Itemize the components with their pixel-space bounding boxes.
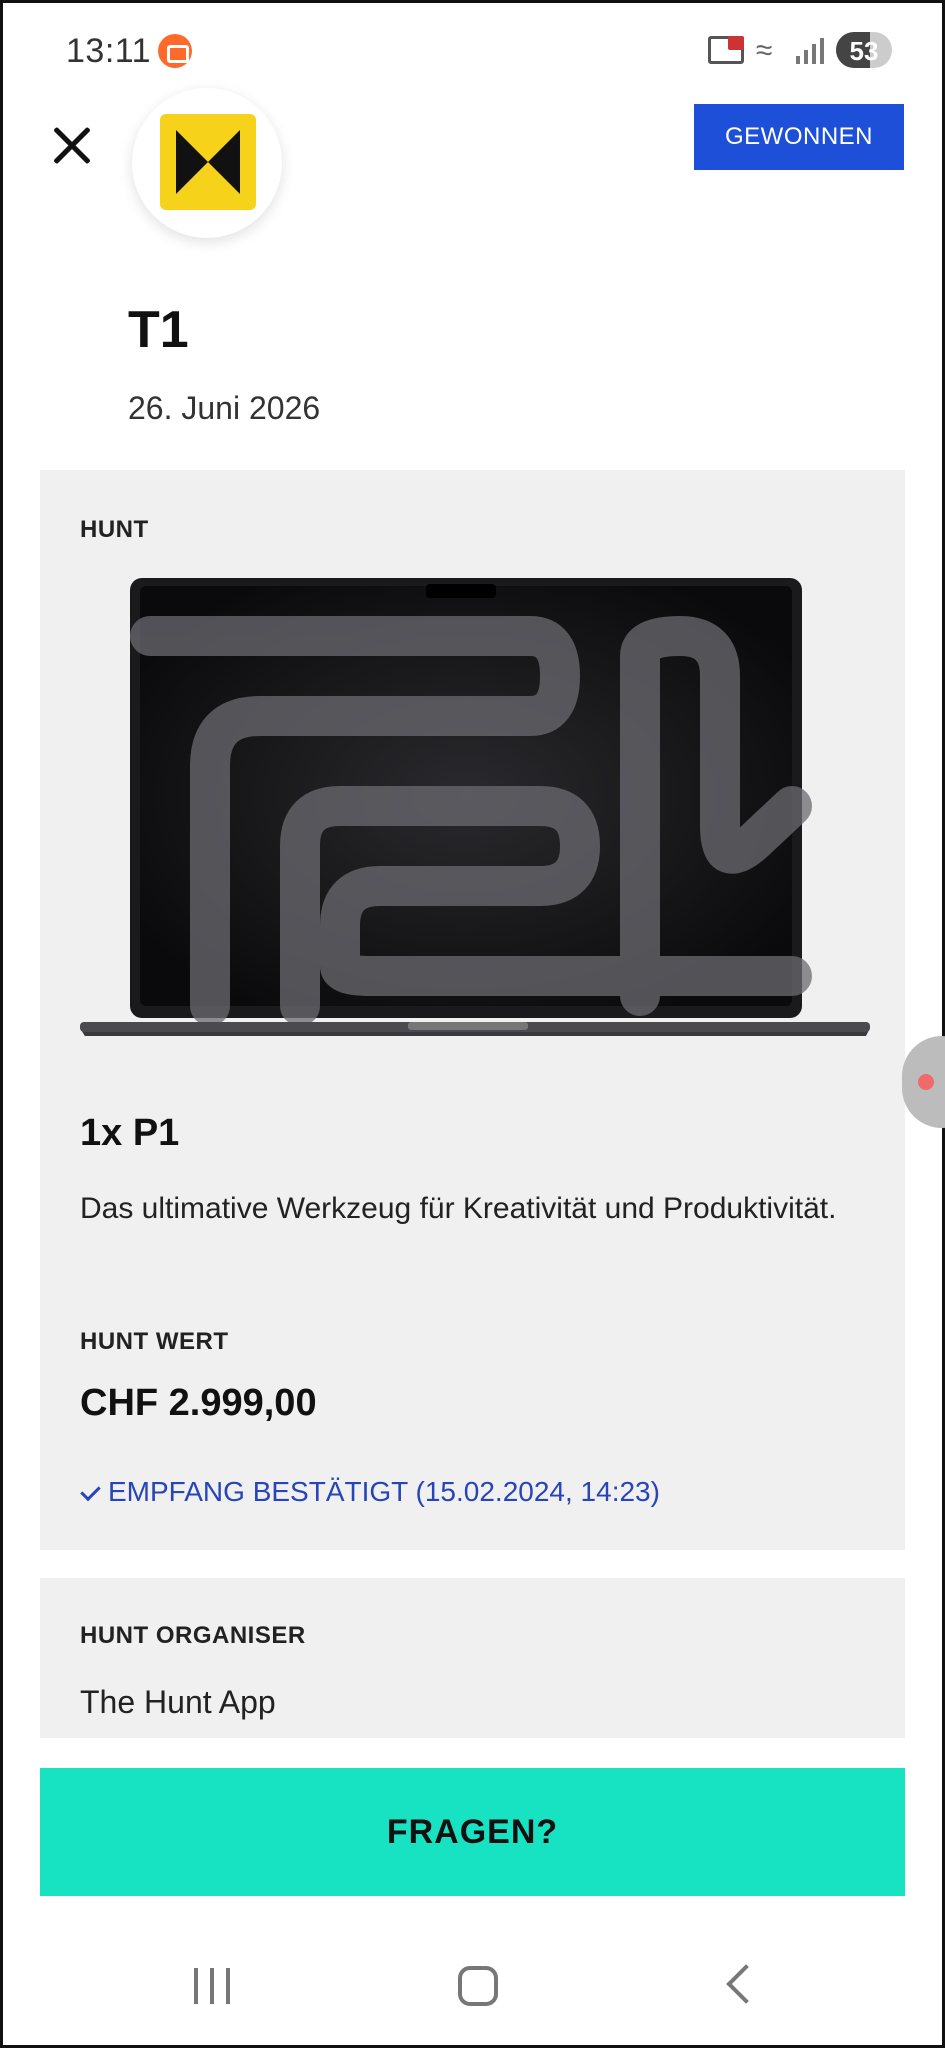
back-icon[interactable] [726, 1964, 766, 2004]
section-label: HUNT [80, 516, 149, 543]
bowtie-logo-icon [176, 130, 240, 194]
home-icon[interactable] [458, 1966, 498, 2006]
battery-level: 53 [849, 36, 879, 66]
signal-icon [796, 38, 826, 64]
status-bar: 13:11 ≈ 53 [0, 0, 945, 100]
prize-description: Das ultimative Werkzeug für Kreativität … [80, 1192, 837, 1225]
hunt-logo [132, 88, 282, 238]
organiser-card: HUNT ORGANISER The Hunt App [40, 1578, 905, 1738]
status-badge: GEWONNEN [694, 104, 904, 170]
value-label: HUNT WERT [80, 1328, 229, 1355]
battery-icon: 53 [836, 32, 892, 68]
hunt-date: 26. Juni 2026 [128, 390, 321, 426]
status-time: 13:11 [66, 32, 152, 70]
check-icon [80, 1481, 102, 1503]
laptop-image [80, 578, 870, 1036]
page-title: T1 [128, 301, 189, 359]
receipt-status-text: EMPFANG BESTÄTIGT (15.02.2024, 14:23) [108, 1476, 660, 1507]
prize-name: 1x P1 [80, 1112, 180, 1154]
close-icon[interactable] [44, 118, 100, 174]
recents-icon[interactable] [194, 1968, 234, 2004]
prize-value: CHF 2.999,00 [80, 1382, 317, 1424]
wifi-icon: ≈ [756, 34, 773, 67]
organiser-label: HUNT ORGANISER [80, 1622, 306, 1649]
prize-card: HUNT 1x P1 Das ultimative Werkzeug für K… [40, 470, 905, 1550]
cast-icon [708, 36, 744, 64]
questions-button[interactable]: FRAGEN? [40, 1768, 905, 1896]
notification-app-icon [158, 34, 192, 68]
floating-handle[interactable] [902, 1036, 945, 1128]
receipt-status: EMPFANG BESTÄTIGT (15.02.2024, 14:23) [80, 1476, 660, 1508]
organiser-name: The Hunt App [80, 1684, 276, 1720]
